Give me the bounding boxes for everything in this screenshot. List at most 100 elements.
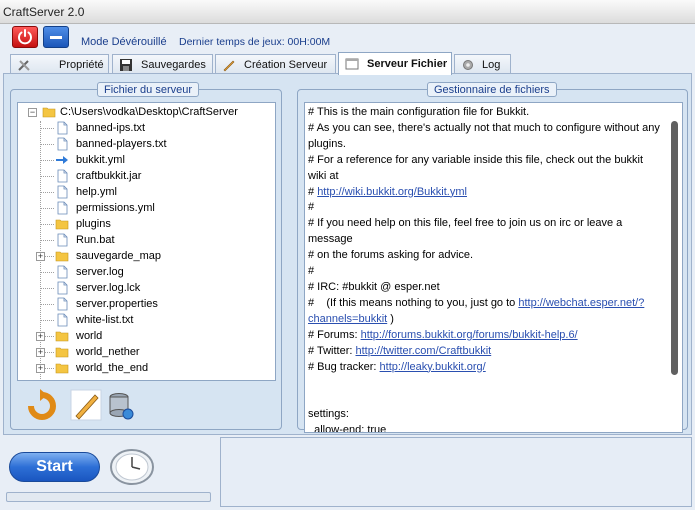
tab-log[interactable]: Log [454, 54, 511, 74]
editor-content[interactable]: # This is the main configuration file fo… [308, 105, 663, 433]
tab-content: Fichier du serveur − C:\Users\vodka\Desk… [3, 73, 692, 435]
edit-button[interactable] [69, 388, 103, 422]
editor-line: # on the forums asking for advice. [308, 249, 474, 262]
schedule-button[interactable] [109, 448, 155, 486]
tab-label: Création Serveur [244, 59, 328, 71]
editor-line: settings: [308, 408, 349, 421]
file-icon [57, 233, 68, 247]
editor-scrollbar[interactable] [665, 103, 682, 432]
tree-item-label: world_the_end [76, 362, 149, 374]
editor-line: # Twitter: http://twitter.com/Craftbukki… [308, 344, 492, 357]
editor-line: # [308, 265, 315, 278]
file-panel: Fichier du serveur − C:\Users\vodka\Desk… [10, 82, 282, 430]
editor-link[interactable]: http://leaky.bukkit.org/ [380, 361, 486, 373]
minimize-button[interactable] [43, 26, 69, 48]
gear-icon [463, 60, 473, 70]
scrollbar-thumb[interactable] [671, 121, 678, 375]
editor-link[interactable]: http://webchat.esper.net/?channels=bukki… [308, 297, 644, 325]
file-arrow-icon [56, 156, 68, 164]
tree-item-label: sauvegarde_map [76, 250, 162, 262]
tab-label: Propriété [59, 59, 104, 71]
editor-line: # [308, 201, 315, 214]
editor-link[interactable]: http://wiki.bukkit.org/Bukkit.yml [317, 186, 467, 198]
file-tools [17, 386, 276, 426]
file-icon [57, 281, 68, 295]
file-tree[interactable]: − C:\Users\vodka\Desktop\CraftServer ban… [17, 102, 276, 381]
tree-item-label: permissions.yml [76, 202, 155, 214]
tree-expander[interactable]: + [36, 364, 45, 373]
start-button[interactable]: Start [9, 452, 100, 482]
last-game-time: Dernier temps de jeux: 00H:00M [179, 36, 331, 48]
file-icon [57, 169, 68, 183]
tab-label: Log [482, 59, 501, 71]
tree-item-label: server.log [76, 266, 124, 278]
clock-icon [110, 449, 154, 485]
editor-line: # For a reference for any variable insid… [308, 153, 647, 182]
refresh-icon [28, 389, 56, 420]
database-button[interactable] [105, 388, 139, 422]
file-panel-title: Fichier du serveur [97, 82, 200, 97]
tree-item-label: white-list.txt [76, 314, 134, 326]
editor-line: # This is the main configuration file fo… [308, 106, 530, 118]
editor-line: # (If this means nothing to you, just go… [308, 296, 645, 325]
folder-icon [55, 363, 69, 374]
tree-item-label: world [76, 330, 103, 342]
floppy-icon [120, 59, 132, 71]
folder-open-icon [42, 107, 56, 118]
editor-line: # Forums: http://forums.bukkit.org/forum… [308, 328, 578, 341]
editor-panel: Gestionnaire de fichiers # This is the m… [297, 82, 688, 433]
tab-label: Serveur Fichier [367, 58, 448, 70]
tree-item-label: help.yml [76, 186, 117, 198]
database-icon [109, 393, 134, 420]
tab-label: Sauvegardes [141, 59, 206, 71]
tree-expander[interactable]: − [28, 108, 37, 117]
tree-expander[interactable]: + [36, 252, 45, 261]
tree-item-label: world_nether [76, 346, 140, 358]
tab-strip: Propriété Sauvegardes Création Serveur S… [0, 52, 695, 75]
progress-bar [6, 492, 211, 502]
editor-link[interactable]: http://forums.bukkit.org/forums/bukkit-h… [361, 329, 578, 341]
mode-status: Mode Dévérouillé [81, 36, 167, 48]
folder-icon [55, 251, 69, 262]
file-icon [57, 201, 68, 215]
title-bar: CraftServer 2.0 [0, 0, 695, 24]
tree-item-label: plugins [76, 218, 111, 230]
tree-item-label: bukkit.yml [76, 154, 125, 166]
editor-line: # As you can see, there's actually not t… [308, 121, 663, 150]
editor-line: # IRC: #bukkit @ esper.net [308, 280, 440, 293]
file-editor[interactable]: # This is the main configuration file fo… [304, 102, 683, 433]
file-icon [57, 137, 68, 151]
editor-line: # http://wiki.bukkit.org/Bukkit.yml [308, 185, 467, 198]
tree-item-label: server.properties [76, 298, 158, 310]
file-icon [57, 185, 68, 199]
editor-line: # Bug tracker: http://leaky.bukkit.org/ [308, 360, 486, 373]
refresh-button[interactable] [25, 388, 59, 422]
tree-item-label: server.log.lck [76, 282, 141, 294]
edit-pencil-icon [70, 389, 102, 421]
window-title: CraftServer 2.0 [3, 5, 85, 19]
editor-line: allow-end: true [308, 424, 387, 433]
tree-expander[interactable]: + [36, 332, 45, 341]
tab-serveur-fichier[interactable]: Serveur Fichier [338, 52, 452, 75]
editor-panel-title: Gestionnaire de fichiers [427, 82, 557, 97]
tree-item-label: banned-players.txt [76, 138, 167, 150]
power-button[interactable] [12, 26, 38, 48]
file-icon [57, 313, 68, 327]
tree-item-label: Run.bat [76, 234, 115, 246]
editor-link[interactable]: http://twitter.com/Craftbukkit [355, 345, 491, 357]
tree-item-label: craftbukkit.jar [76, 170, 142, 182]
tree-item-label: banned-ips.txt [76, 122, 146, 134]
tree-expander[interactable]: + [36, 348, 45, 357]
pencil-icon [223, 60, 235, 72]
tools-icon [18, 60, 30, 71]
folder-icon [55, 331, 69, 342]
folder-icon [55, 347, 69, 358]
tab-sauvegardes[interactable]: Sauvegardes [112, 54, 213, 74]
file-icon [57, 265, 68, 279]
tab-creation-serveur[interactable]: Création Serveur [215, 54, 336, 74]
window-icon [345, 58, 359, 70]
output-panel [220, 437, 692, 507]
tab-propriete[interactable]: Propriété [10, 54, 109, 74]
